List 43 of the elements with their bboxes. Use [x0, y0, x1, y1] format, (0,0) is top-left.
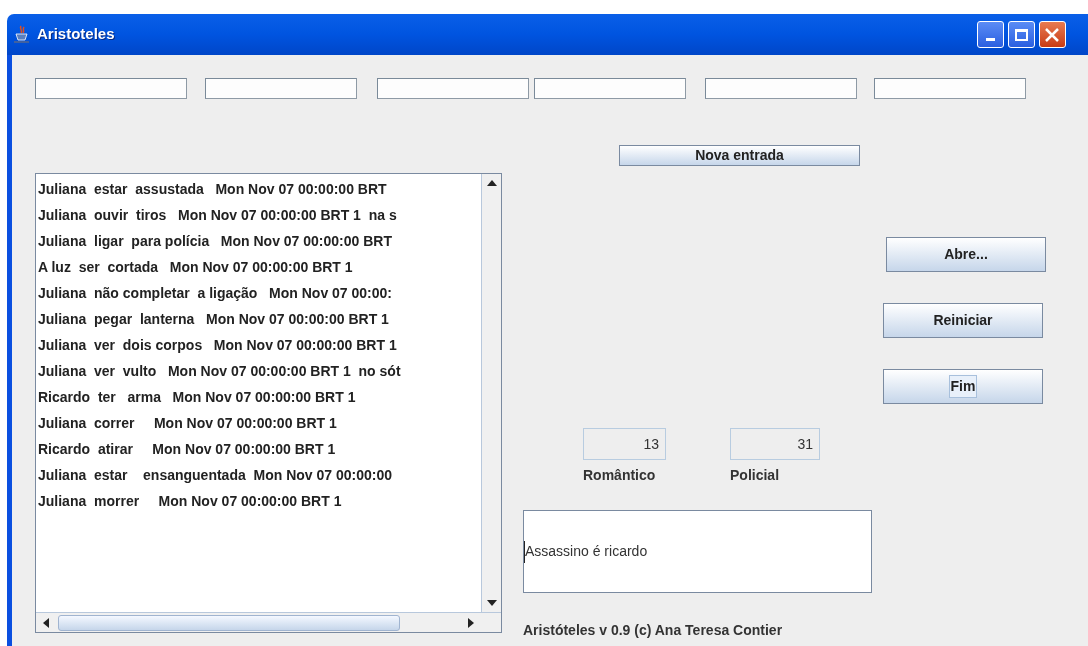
text-field[interactable]: [705, 78, 857, 99]
text-field[interactable]: [534, 78, 686, 99]
text-field[interactable]: [205, 78, 357, 99]
score-label: Romântico: [583, 466, 656, 485]
list-item[interactable]: Juliana ouvir tiros Mon Nov 07 00:00:00 BRT 1 na s: [38, 202, 397, 228]
list-item[interactable]: Juliana ver dois corpos Mon Nov 07 00:00:00 BRT 1: [38, 332, 397, 358]
list-item[interactable]: Juliana estar assustada Mon Nov 07 00:00:00 BRT: [38, 176, 387, 202]
horizontal-scrollbar[interactable]: [36, 612, 501, 632]
text-field[interactable]: [377, 78, 529, 99]
list-item[interactable]: Ricardo atirar Mon Nov 07 00:00:00 BRT 1: [38, 436, 336, 462]
left-arrow-icon: [43, 617, 49, 628]
window-title: Aristoteles: [37, 24, 115, 45]
list-item[interactable]: Juliana ver vulto Mon Nov 07 00:00:00 BRT 1 no sót: [38, 358, 401, 384]
list-item[interactable]: Juliana ligar para polícia Mon Nov 07 00:00:00 BRT: [38, 228, 392, 254]
list-item[interactable]: Juliana estar ensanguentada Mon Nov 07 00:00:00: [38, 462, 392, 488]
text-field[interactable]: [35, 78, 187, 99]
list-item[interactable]: Juliana não completar a ligação Mon Nov 07 00:00:: [38, 280, 392, 306]
side-button[interactable]: Fim: [883, 369, 1043, 404]
list-item[interactable]: Juliana morrer Mon Nov 07 00:00:00 BRT 1: [38, 488, 342, 514]
new-entry-button[interactable]: Nova entrada: [619, 145, 860, 166]
down-arrow-icon: [486, 600, 497, 606]
close-button[interactable]: [1038, 21, 1066, 48]
text-area-value: Assassino é ricardo: [525, 542, 648, 561]
list-item[interactable]: Juliana pegar lanterna Mon Nov 07 00:00:00 BRT 1: [38, 306, 389, 332]
vertical-scrollbar[interactable]: [481, 174, 501, 612]
up-arrow-icon: [486, 180, 497, 186]
minimize-button[interactable]: [976, 21, 1004, 48]
text-area[interactable]: Assassino é ricardo: [523, 510, 872, 593]
side-button[interactable]: Reiniciar: [883, 303, 1043, 338]
list-item[interactable]: Juliana correr Mon Nov 07 00:00:00 BRT 1: [38, 410, 337, 436]
score-label: Policial: [730, 466, 780, 485]
side-button[interactable]: Abre...: [886, 237, 1046, 272]
footer-text: Aristóteles v 0.9 (c) Ana Teresa Contier: [523, 621, 783, 640]
right-arrow-icon: [468, 617, 474, 628]
score-field: 13: [583, 428, 666, 460]
coffee-cup-icon: [13, 24, 31, 45]
list-item[interactable]: A luz ser cortada Mon Nov 07 00:00:00 BRT 1: [38, 254, 353, 280]
close-icon: [1044, 26, 1061, 43]
scrollbar-thumb[interactable]: [58, 614, 400, 631]
list-item[interactable]: Ricardo ter arma Mon Nov 07 00:00:00 BRT 1: [38, 384, 356, 410]
score-field: 31: [730, 428, 820, 460]
text-field[interactable]: [874, 78, 1026, 99]
maximize-button[interactable]: [1007, 21, 1035, 48]
